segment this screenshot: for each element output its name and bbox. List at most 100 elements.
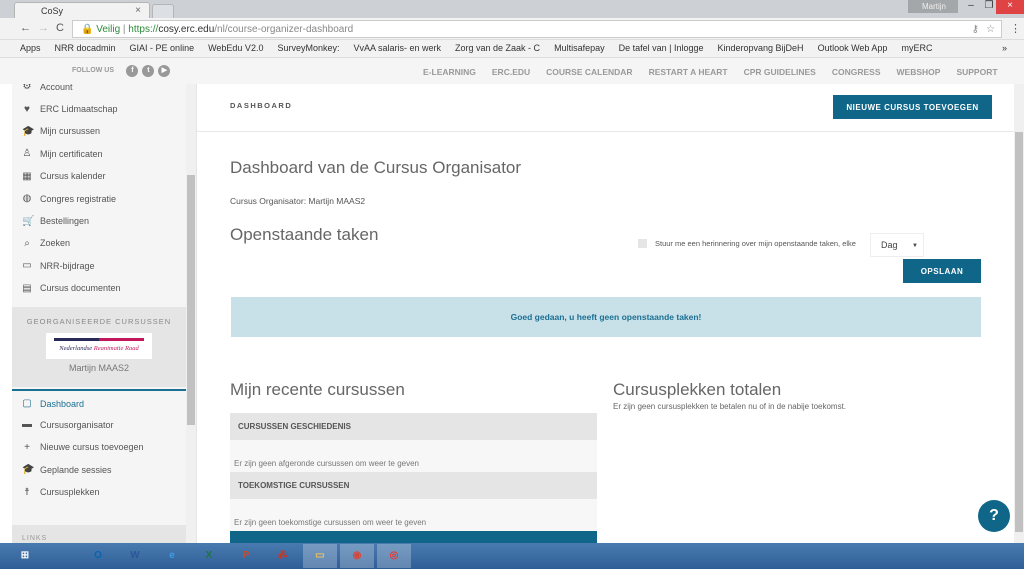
reminder-label: Stuur me een herinnering over mijn opens… (655, 239, 856, 248)
nav-link[interactable]: CPR GUIDELINES (744, 67, 816, 77)
browser-tab-bar: CoSy × Martijn – ❐ × (0, 0, 1024, 18)
chevron-down-icon: ▼ (912, 243, 918, 249)
key-icon[interactable]: ⚷ (972, 24, 979, 35)
certificate-icon: ♙ (22, 148, 32, 160)
bookmark[interactable]: Apps (20, 43, 41, 53)
close-tab-icon[interactable]: × (135, 5, 141, 16)
excel-taskbar-icon[interactable]: X (192, 544, 226, 568)
document-icon: ▤ (22, 282, 32, 294)
file-explorer-taskbar-icon[interactable]: ▭ (303, 544, 337, 568)
sidebar-item-label: Bestellingen (40, 216, 90, 227)
bookmark[interactable]: VvAA salaris- en werk (353, 43, 441, 53)
forward-icon[interactable]: → (38, 22, 49, 34)
nav-link[interactable]: WEBSHOP (897, 67, 941, 77)
help-button[interactable]: ? (978, 500, 1010, 532)
lock-icon: 🔒 (81, 24, 94, 35)
bookmark[interactable]: myERC (901, 43, 932, 53)
new-course-button[interactable]: NIEUWE CURSUS TOEVOEGEN (833, 95, 992, 119)
links-header: LINKS (12, 524, 186, 543)
secure-label: Veilig (96, 24, 121, 35)
nav-link[interactable]: COURSE CALENDAR (546, 67, 632, 77)
globe-icon: ◍ (22, 193, 32, 205)
sidebar-item-geplande-sessies[interactable]: 🎓 Geplande sessies (12, 456, 186, 478)
future-header[interactable]: TOEKOMSTIGE CURSUSSEN (230, 472, 597, 499)
page-title: Dashboard van de Cursus Organisator (230, 158, 522, 177)
word-taskbar-icon[interactable]: W (118, 544, 152, 568)
close-window-icon[interactable]: × (996, 0, 1024, 14)
new-tab-button[interactable] (152, 4, 174, 18)
reload-icon[interactable]: C (56, 22, 64, 34)
url-input[interactable]: 🔒 Veilig | https://cosy.erc.edu/nl/cours… (72, 20, 1002, 38)
sidebar-item-erc-lidmaatschap[interactable]: ♥ ERC Lidmaatschap (12, 95, 186, 117)
sidebar-item-dashboard[interactable]: ▢ Dashboard (12, 388, 186, 412)
sidebar-item-bestellingen[interactable]: 🛒 Bestellingen (12, 207, 186, 229)
sidebar-item-zoeken[interactable]: ⌕ Zoeken (12, 230, 186, 252)
sidebar-item-account[interactable]: ⚙ Account (12, 84, 186, 95)
bookmark[interactable]: Multisafepay (554, 43, 605, 53)
sidebar-scrollbar-thumb[interactable] (187, 175, 195, 425)
sidebar: ⚙ Account ♥ ERC Lidmaatschap 🎓 Mijn cursussen… (12, 84, 186, 543)
facebook-icon[interactable]: f (126, 65, 139, 77)
nav-link[interactable]: SUPPORT (956, 67, 997, 77)
nav-link[interactable]: CONGRESS (832, 67, 881, 77)
chrome-taskbar-icon[interactable]: ◉ (340, 544, 374, 568)
sidebar-item-cursus-documenten[interactable]: ▤ Cursus documenten (12, 275, 186, 297)
powerpoint-taskbar-icon[interactable]: P (229, 544, 263, 568)
save-button[interactable]: OPSLAAN (903, 259, 981, 283)
follow-us: FOLLOW US f t ▶ (72, 64, 171, 77)
more-bookmarks-icon[interactable]: » (1002, 43, 1007, 53)
internet-explorer-taskbar-icon[interactable]: e (155, 544, 189, 568)
main-scrollbar-thumb[interactable] (1015, 132, 1023, 532)
sidebar-item-label: Nieuwe cursus toevoegen (40, 442, 144, 453)
youtube-icon[interactable]: ▶ (158, 65, 171, 77)
bookmark[interactable]: Outlook Web App (818, 43, 888, 53)
bookmark[interactable]: WebEdu V2.0 (208, 43, 263, 53)
twitter-icon[interactable]: t (142, 65, 155, 77)
windows-start-taskbar-icon[interactable]: ⊞ (8, 544, 42, 568)
recent-courses-panel: CURSUSSEN GESCHIEDENIS Er zijn geen afge… (230, 413, 597, 543)
sidebar-item-nrr-bijdrage[interactable]: ▭ NRR-bijdrage (12, 252, 186, 274)
nav-link[interactable]: E-LEARNING (423, 67, 476, 77)
bookmark[interactable]: Zorg van de Zaak - C (455, 43, 540, 53)
sidebar-item-cursusplekken[interactable]: ☨ Cursusplekken (12, 478, 186, 500)
person-icon: ☨ (24, 486, 30, 498)
sidebar-item-label: ERC Lidmaatschap (40, 104, 118, 115)
org-user: Martijn MAAS2 (68, 362, 130, 373)
back-icon[interactable]: ← (20, 22, 31, 34)
sidebar-item-label: NRR-bijdrage (40, 260, 95, 271)
sidebar-item-label: Cursus documenten (40, 283, 121, 294)
bookmark[interactable]: NRR docadmin (55, 43, 116, 53)
sidebar-item-congres-registratie[interactable]: ◍ Congres registratie (12, 185, 186, 207)
outlook-taskbar-icon[interactable]: O (81, 544, 115, 568)
nav-link[interactable]: ERC.EDU (492, 67, 530, 77)
reminder-checkbox[interactable] (638, 239, 647, 248)
sidebar-item-mijn-cursussen[interactable]: 🎓 Mijn cursussen (12, 118, 186, 140)
history-empty: Er zijn geen afgeronde cursussen om weer… (230, 440, 597, 472)
sidebar-item-cursusorganisator[interactable]: ▬ Cursusorganisator (12, 411, 186, 433)
bookmark[interactable]: SurveyMonkey: (277, 43, 339, 53)
sidebar-item-label: Dashboard (40, 398, 85, 409)
sidebar-item-label: Mijn certificaten (40, 148, 103, 159)
cart-icon: 🛒 (22, 215, 35, 227)
bookmark[interactable]: GIAI - PE online (130, 43, 195, 53)
site-links: E-LEARNING ERC.EDU COURSE CALENDAR RESTART … (423, 67, 998, 77)
follow-us-label: FOLLOW US (72, 67, 114, 74)
sidebar-item-cursus-kalender[interactable]: ▦ Cursus kalender (12, 163, 186, 185)
sidebar-item-mijn-certificaten[interactable]: ♙ Mijn certificaten (12, 140, 186, 162)
frequency-select[interactable]: Dag ▼ (870, 233, 924, 257)
bookmark[interactable]: De tafel van | Inlogge (619, 43, 704, 53)
star-icon[interactable]: ☆ (986, 24, 995, 35)
sidebar-item-nieuwe-cursus-toevoegen[interactable]: + Nieuwe cursus toevoegen (12, 434, 186, 456)
profile-button[interactable]: Martijn (908, 0, 958, 13)
browser-tab[interactable]: CoSy × (14, 2, 150, 18)
calendar-icon: ▦ (22, 170, 32, 182)
menu-icon[interactable]: ⋮ (1010, 22, 1021, 35)
app-taskbar-icon[interactable]: ⁂ (266, 544, 300, 568)
windows-taskbar: ⊞ O We X P ⁂ ▭ ◉ ◎ (0, 543, 1024, 569)
history-header[interactable]: CURSUSSEN GESCHIEDENIS (230, 413, 597, 440)
plus-icon: + (24, 441, 30, 453)
bookmark[interactable]: Kinderopvang BijDeH (718, 43, 804, 53)
heart-icon: ♥ (24, 103, 30, 115)
nav-link[interactable]: RESTART A HEART (649, 67, 728, 77)
app-red-taskbar-icon[interactable]: ◎ (377, 544, 411, 568)
